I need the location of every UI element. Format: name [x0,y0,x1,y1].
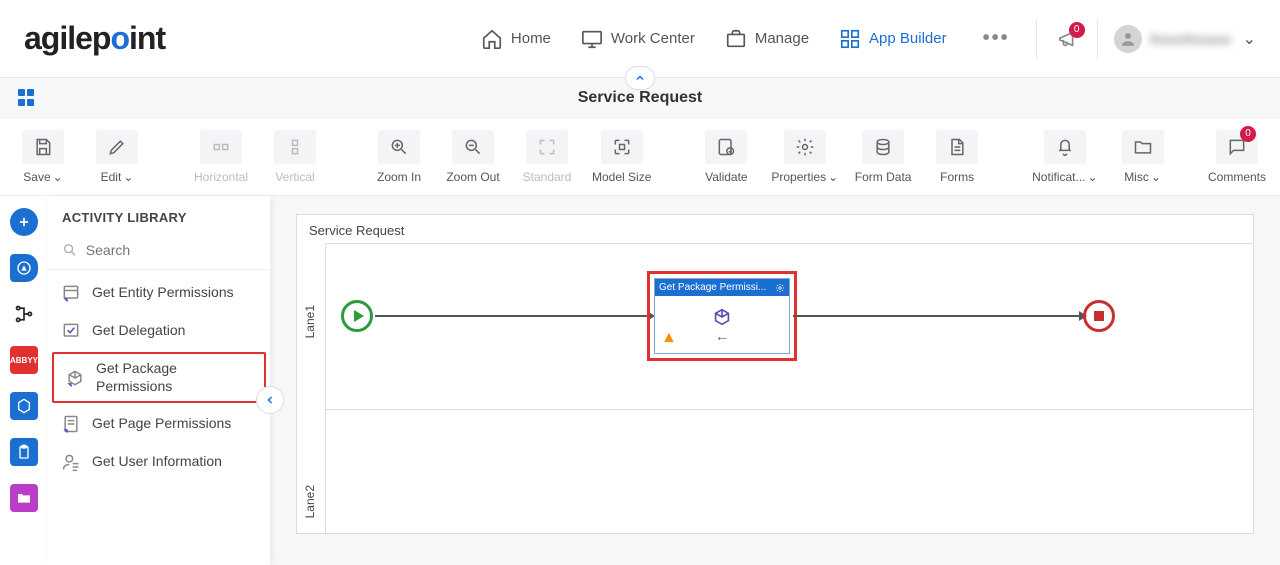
page-permissions-icon [60,413,82,435]
sidebar-search[interactable] [48,235,270,270]
lib-item-get-page-permissions[interactable]: Get Page Permissions [48,405,270,443]
folder-icon [1133,137,1153,157]
activity-highlight-frame: Get Package Permissi... ▲ ← [647,271,797,361]
chevron-down-icon: ⌄ [1088,170,1098,184]
notifications-button[interactable]: 0 [1057,28,1079,50]
nav-home[interactable]: Home [481,28,551,50]
collapse-titlebar-button[interactable] [625,66,655,90]
bell-icon [1055,137,1075,157]
notifications-button-toolbar[interactable]: Notificat... ⌄ [1032,130,1097,184]
apps-grid-icon[interactable] [18,89,36,107]
nav-manage-label: Manage [755,30,809,47]
horizontal-button[interactable]: Horizontal [192,130,250,184]
lib-item-get-user-information[interactable]: Get User Information [48,443,270,481]
nav-work-center[interactable]: Work Center [581,28,695,50]
title-bar: Service Request [0,78,1280,118]
forms-button[interactable]: Forms [928,130,986,184]
edge-2 [793,315,1081,317]
zoom-out-icon [463,137,483,157]
rail-clipboard-icon[interactable] [10,438,38,466]
entity-permissions-icon [60,282,82,304]
delegation-icon [60,320,82,342]
activity-get-package-permissions[interactable]: Get Package Permissi... ▲ ← [654,278,790,354]
properties-button[interactable]: Properties ⌄ [771,130,838,184]
sidebar-header: ACTIVITY LIBRARY [48,196,270,235]
notifications-badge: 0 [1069,22,1085,38]
page-title: Service Request [578,89,703,107]
chevron-down-icon: ⌄ [53,170,63,184]
process-canvas[interactable]: Service Request Lane1 Lane2 Get Package … [296,214,1254,534]
nav-home-label: Home [511,30,551,47]
fit-standard-icon [537,137,557,157]
rail-folder-icon[interactable] [10,484,38,512]
lane2-label: Lane2 [303,485,317,518]
warning-icon: ▲ [661,329,677,347]
edit-button[interactable]: Edit ⌄ [88,130,146,184]
search-input[interactable] [86,242,256,258]
save-button[interactable]: Save ⌄ [14,130,72,184]
brand-logo: agilepoint [24,20,165,57]
edge-1 [375,315,647,317]
lib-item-get-package-permissions[interactable]: Get Package Permissions [52,352,266,403]
vertical-button[interactable]: Vertical [266,130,324,184]
nav-more-menu[interactable]: ••• [977,27,1016,50]
nav-app-builder[interactable]: App Builder [839,28,947,50]
comments-badge: 0 [1240,126,1256,142]
nav-app-builder-label: App Builder [869,30,947,47]
package-permissions-icon [64,367,86,389]
document-icon [947,137,967,157]
validate-button[interactable]: Validate [697,130,755,184]
activity-library-sidebar: ACTIVITY LIBRARY Get Entity Permissions … [48,196,270,565]
form-data-button[interactable]: Form Data [854,130,912,184]
chevron-down-icon: ⌄ [123,170,133,184]
gear-icon[interactable] [775,283,785,293]
left-rail: ABBYY [0,196,48,565]
pencil-icon [107,137,127,157]
validate-icon [716,137,736,157]
avatar-icon [1114,25,1142,53]
lane1-label: Lane1 [303,305,317,338]
misc-button[interactable]: Misc ⌄ [1114,130,1172,184]
nav-work-center-label: Work Center [611,30,695,47]
start-node[interactable] [341,300,373,332]
expand-icon [612,137,632,157]
user-info-icon [60,451,82,473]
activity-label: Get Package Permissi... [659,282,766,293]
search-icon [62,241,78,259]
model-size-button[interactable]: Model Size [592,130,651,184]
username-label: XxxxXxxxxx [1150,31,1231,47]
toolbar: Save ⌄ Edit ⌄ Horizontal Vertical Zoom I… [0,118,1280,196]
standard-button[interactable]: Standard [518,130,576,184]
nav-manage[interactable]: Manage [725,28,809,50]
save-icon [33,137,53,157]
chevron-down-icon: ⌄ [1151,170,1161,184]
package-icon: ← [709,306,735,344]
rail-abbyy-icon[interactable]: ABBYY [10,346,38,374]
zoom-out-button[interactable]: Zoom Out [444,130,502,184]
database-icon [873,137,893,157]
lib-item-get-delegation[interactable]: Get Delegation [48,312,270,350]
comments-button[interactable]: 0 Comments [1208,130,1266,184]
zoom-in-button[interactable]: Zoom In [370,130,428,184]
align-horizontal-icon [211,137,231,157]
main-area: ABBYY ACTIVITY LIBRARY Get Entity Permis… [0,196,1280,565]
end-node[interactable] [1083,300,1115,332]
gear-icon [795,137,815,157]
rail-add-button[interactable] [10,208,38,236]
rail-agilepoint-icon[interactable] [10,254,38,282]
chevron-down-icon: ⌄ [1243,29,1256,49]
zoom-in-icon [389,137,409,157]
canvas-title: Service Request [309,223,404,238]
user-menu[interactable]: XxxxXxxxxx ⌄ [1097,19,1256,59]
rail-data-icon[interactable] [10,392,38,420]
align-vertical-icon [285,137,305,157]
process-canvas-container: Service Request Lane1 Lane2 Get Package … [270,196,1280,565]
collapse-sidebar-button[interactable] [256,386,284,414]
rail-connectors-icon[interactable] [10,300,38,328]
lib-item-get-entity-permissions[interactable]: Get Entity Permissions [48,274,270,312]
chevron-down-icon: ⌄ [828,170,838,184]
